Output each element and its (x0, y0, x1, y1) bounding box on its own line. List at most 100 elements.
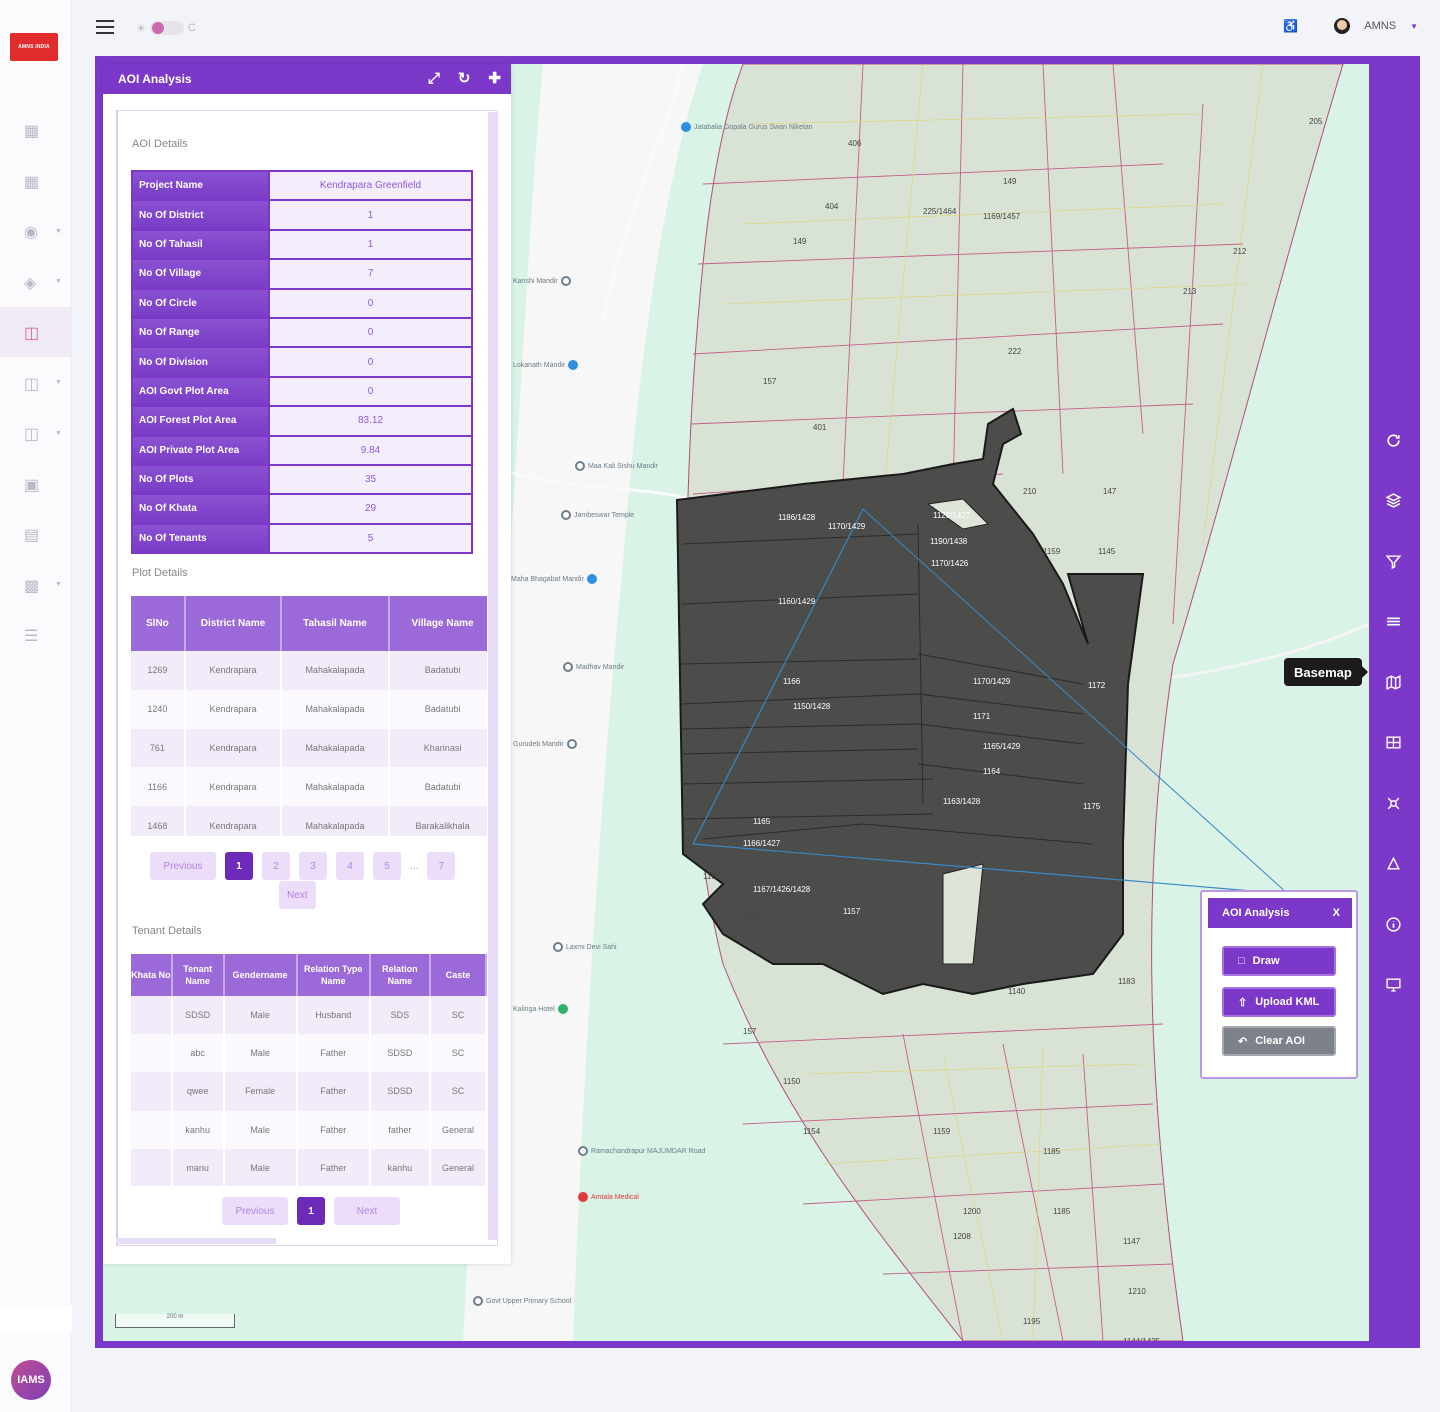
aoi-detail-value: 1 (268, 199, 473, 231)
expand-icon[interactable]: ⤢ (428, 70, 440, 88)
sidebar-item-4[interactable]: ◈ ▼ (0, 257, 72, 307)
clear-aoi-button[interactable]: ↶ Clear AOI (1222, 1026, 1336, 1056)
plot-table-row[interactable]: 1166KendraparaMahakalapadaBadatubi22 (131, 767, 487, 807)
page-1-button[interactable]: 1 (225, 852, 253, 880)
sidebar-item-8[interactable]: ▣ (0, 459, 72, 509)
tenant-column-header[interactable]: Gendername (223, 954, 298, 996)
tenant-page-1-button[interactable]: 1 (297, 1197, 325, 1225)
aoi-detail-value: 29 (268, 493, 473, 525)
sidebar-item-3[interactable]: ◉ ▼ (0, 206, 72, 256)
info-tool[interactable] (1375, 894, 1411, 955)
draw-button[interactable]: □ Draw (1222, 946, 1336, 976)
layers-icon: ◈ (24, 274, 37, 292)
user-avatar-icon[interactable] (1334, 18, 1351, 34)
tenant-column-header[interactable]: Relation Name (369, 954, 432, 996)
tenant-table-row[interactable]: SDSD Male Husband SDS SC (131, 996, 487, 1035)
tenant-table-row[interactable]: qwee Female Father SDSD SC (131, 1072, 487, 1111)
page-7-button[interactable]: 7 (427, 852, 456, 880)
poi-gurudeb[interactable]: Gurudeb Mandir (513, 739, 577, 749)
poi-school[interactable]: Jatabalia Gopala Gurus Swan Niketan (681, 122, 813, 132)
tenant-table-cell: General (430, 1110, 487, 1149)
poi-road[interactable]: Ramachandrapur MAJUMDAR Road (578, 1146, 705, 1156)
tenant-column-header[interactable]: Tenant Name (171, 954, 225, 996)
poi-madhav[interactable]: Madhav Mandir (563, 662, 624, 672)
accessibility-icon[interactable]: ♿ (1283, 19, 1298, 33)
plot-column-header[interactable]: SlNo (131, 596, 186, 651)
svg-text:149: 149 (1003, 177, 1017, 186)
plot-column-header[interactable]: Tahasil Name (281, 596, 390, 651)
poi-medical[interactable]: Amtala Medical (578, 1192, 639, 1202)
svg-text:222: 222 (1008, 347, 1022, 356)
page-3-button[interactable]: 3 (299, 852, 327, 880)
tenant-table-row[interactable]: kanhu Male Father father General (131, 1110, 487, 1149)
tenant-next-button[interactable]: Next (334, 1197, 400, 1225)
poi-hotel[interactable]: Kalinga Hotel (513, 1004, 568, 1014)
map-icon: ◫ (24, 426, 40, 443)
tenant-details-table-wrap[interactable]: Khata No Tenant Name Gendername Relation Ty… (131, 954, 487, 1186)
aoi-detail-row: AOI Forest Plot Area 83.12 (131, 405, 473, 437)
legend-tool[interactable] (1375, 713, 1411, 774)
sidebar-item-6[interactable]: ◫ ▼ (0, 358, 72, 408)
export-icon[interactable]: ↻ (458, 70, 471, 88)
tenant-details-title: Tenant Details (132, 925, 202, 937)
chevron-down-icon[interactable]: ▼ (1410, 22, 1418, 31)
grid-icon: ▦ (24, 123, 40, 140)
poi-bhagabat[interactable]: Maha Bhagabat Mandir (511, 574, 597, 584)
page-4-button[interactable]: 4 (336, 852, 364, 880)
refresh-tool[interactable] (1375, 410, 1411, 471)
sidebar-item-10[interactable]: ▩ ▼ (0, 560, 72, 610)
poi-temple[interactable]: Kanshi Mandir (513, 276, 571, 286)
hamburger-menu-icon[interactable] (96, 20, 114, 35)
upload-kml-button[interactable]: ⇧ Upload KML (1222, 987, 1336, 1017)
poi-jambeswar[interactable]: Jambeswar Temple (561, 510, 634, 520)
page-2-button[interactable]: 2 (262, 852, 290, 880)
basemap-tool[interactable] (1375, 652, 1411, 713)
add-icon[interactable]: ✚ (488, 70, 501, 88)
previous-button[interactable]: Previous (150, 852, 216, 880)
plot-table-cell: Kendrapara (184, 651, 283, 690)
sidebar-item-5[interactable]: ◫ (0, 307, 72, 357)
plot-table-cell: Mahakalapada (281, 767, 390, 807)
horizontal-scrollbar[interactable] (116, 1238, 276, 1244)
plot-table-row[interactable]: 1240KendraparaMahakalapadaBadatubi27 (131, 689, 487, 729)
toggle-track[interactable] (149, 21, 184, 35)
poi-lokanath[interactable]: Lokanath Mandir (513, 360, 579, 370)
svg-text:1200: 1200 (963, 1207, 981, 1216)
poi-sahi[interactable]: Laxmi Devi Sahi (553, 942, 617, 952)
plot-column-header[interactable]: Village Name (388, 596, 487, 651)
sidebar-item-11[interactable]: ☰ (0, 610, 72, 660)
table-tool[interactable] (1375, 592, 1411, 653)
sidebar-item-9[interactable]: ▤ (0, 509, 72, 559)
page-5-button[interactable]: 5 (373, 852, 401, 880)
tenant-previous-button[interactable]: Previous (222, 1197, 288, 1225)
aoi-detail-label: No Of Tenants (131, 522, 270, 555)
measure-tool[interactable] (1375, 834, 1411, 895)
next-button[interactable]: Next (279, 881, 316, 909)
tenant-column-header[interactable]: Caste (430, 954, 487, 996)
user-name[interactable]: AMNS (1364, 20, 1396, 32)
tenant-column-header[interactable]: Khata No (131, 954, 173, 996)
tenant-table-row[interactable]: abc Male Father SDSD SC (131, 1034, 487, 1073)
theme-label: C (187, 22, 196, 34)
sidebar-item-7[interactable]: ◫ ▼ (0, 408, 72, 458)
plot-column-header[interactable]: District Name (184, 596, 283, 651)
sidebar-item-2[interactable]: ▦ (0, 156, 72, 206)
plot-table-row[interactable]: 1269KendraparaMahakalapadaBadatubi26 (131, 651, 487, 690)
filter-icon (1385, 555, 1401, 569)
theme-toggle[interactable]: ☀ C (136, 19, 196, 37)
poi-primary-school[interactable]: Govt Upper Primary School (473, 1296, 571, 1306)
settings-tool[interactable] (1375, 773, 1411, 834)
tenant-column-header[interactable]: Relation Type Name (296, 954, 371, 996)
sidebar-item-1[interactable]: ▦ (0, 105, 72, 155)
plot-table-row[interactable]: 761KendraparaMahakalapadaKharinasi3 (131, 728, 487, 768)
vertical-scrollbar[interactable] (488, 112, 498, 1240)
tenant-table-row[interactable]: manu Male Father kanhu General (131, 1148, 487, 1186)
layers-tool[interactable] (1375, 471, 1411, 532)
plot-details-table-wrap[interactable]: SlNo District Name Tahasil Name Village Nam… (131, 596, 487, 836)
plot-table-row[interactable]: 1468KendraparaMahakalapadaBarakalikhala2… (131, 806, 487, 836)
poi-kali[interactable]: Maa Kali Sishu Mandir (575, 461, 658, 471)
close-icon[interactable]: X (1333, 907, 1340, 919)
screen-tool[interactable] (1375, 955, 1411, 1016)
app-logo[interactable]: AMNS INDIA (10, 33, 58, 61)
filter-tool[interactable] (1375, 531, 1411, 592)
